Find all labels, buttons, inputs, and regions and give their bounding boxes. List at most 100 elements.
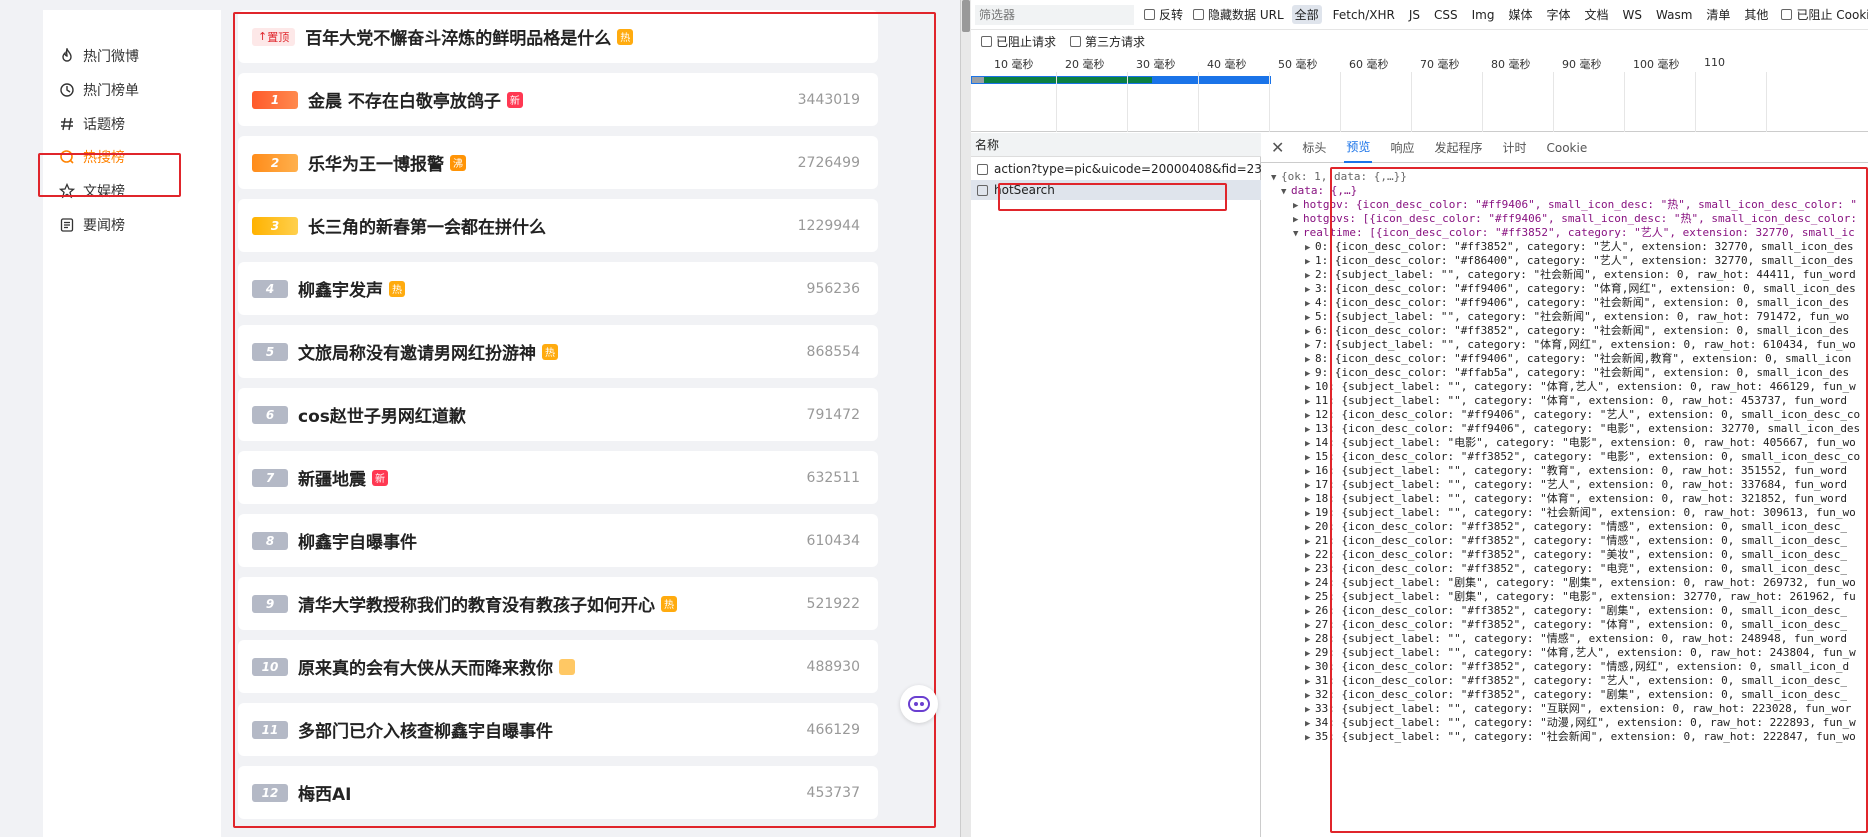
sidebar-item-label: 热门微博: [83, 49, 139, 65]
blocked-cookies-checkbox[interactable]: 已阻止 Cookie: [1781, 6, 1868, 23]
json-text: 33: {subject_label: "", category: "互联网",…: [1315, 702, 1852, 715]
hot-row[interactable]: 10 原来真的会有大侠从天而降来救你 488930: [238, 640, 878, 693]
hot-row[interactable]: 9 清华大学教授称我们的教育没有教孩子如何开心热 521922: [238, 577, 878, 630]
json-text: 14: {subject_label: "电影", category: "电影"…: [1315, 436, 1856, 449]
hot-title[interactable]: cos赵世子男网红道歉: [298, 402, 466, 427]
pinned-row[interactable]: ↑ 置顶 百年大党不懈奋斗淬炼的鲜明品格是什么 热: [238, 10, 878, 63]
hot-row[interactable]: 6 cos赵世子男网红道歉 791472: [238, 388, 878, 441]
type-filter-js[interactable]: JS: [1406, 7, 1423, 23]
caret-down-icon: ▼: [1271, 173, 1277, 183]
json-text: 8: {icon_desc_color: "#ff9406", category…: [1315, 352, 1852, 365]
json-text: 7: {subject_label: "", category: "体育,网红"…: [1315, 338, 1856, 351]
sidebar-item-label: 文娱榜: [83, 184, 125, 200]
close-icon[interactable]: ✕: [1271, 138, 1284, 157]
hot-tag: 新: [372, 469, 388, 486]
timeline-tick: 110: [1704, 56, 1725, 69]
hot-title[interactable]: 百年大党不懈奋斗淬炼的鲜明品格是什么: [305, 24, 611, 49]
hot-row[interactable]: 3 长三角的新春第一会都在拼什么 1229944: [238, 199, 878, 252]
hot-title[interactable]: 金晨 不存在白敬亭放鸽子: [308, 87, 501, 112]
name-column-header[interactable]: 名称: [971, 133, 1261, 157]
filter-input[interactable]: [975, 4, 1134, 25]
hide-data-url-checkbox[interactable]: 隐藏数据 URL: [1193, 6, 1284, 23]
tab-cookies[interactable]: Cookie: [1544, 135, 1589, 161]
json-text: 30: {icon_desc_color: "#ff3852", categor…: [1315, 660, 1850, 673]
type-filter-fetch[interactable]: Fetch/XHR: [1330, 7, 1398, 23]
timeline-gridline: [1269, 72, 1270, 132]
timeline-tick: 60 毫秒: [1349, 58, 1389, 71]
request-name: action?type=pic&uicode=20000408&fid=2321…: [994, 162, 1261, 176]
hot-count: 453737: [806, 784, 860, 801]
type-filter-wasm[interactable]: Wasm: [1653, 7, 1695, 23]
hot-count: 610434: [806, 532, 860, 549]
request-row-hotsearch[interactable]: hotSearch: [971, 180, 1261, 200]
json-preview: ▼ {ok: 1, data: {,…}} ▼ data: {,…} ▶ hotgov…: [1261, 165, 1868, 837]
checkbox-label: 反转: [1159, 8, 1184, 22]
rank-badge: 11: [252, 720, 288, 739]
hot-row[interactable]: 7 新疆地震新 632511: [238, 451, 878, 504]
sidebar-item-label: 要闻榜: [83, 218, 125, 234]
rank-badge: 6: [252, 405, 288, 424]
hot-row[interactable]: 4 柳鑫宇发声热 956236: [238, 262, 878, 315]
json-text: 15: {icon_desc_color: "#ff3852", categor…: [1315, 450, 1861, 463]
timeline-gridline: [1482, 72, 1483, 132]
hot-title[interactable]: 清华大学教授称我们的教育没有教孩子如何开心: [298, 591, 655, 616]
type-filter-img[interactable]: Img: [1469, 7, 1498, 23]
type-filter-all[interactable]: 全部: [1291, 5, 1322, 24]
hot-row[interactable]: 12 梅西AI 453737: [238, 766, 878, 819]
type-filter-ws[interactable]: WS: [1620, 7, 1645, 23]
json-text: realtime: [{icon_desc_color: "#ff3852", …: [1303, 226, 1855, 239]
request-row[interactable]: action?type=pic&uicode=20000408&fid=2321…: [971, 159, 1261, 179]
rank-badge: 7: [252, 468, 288, 487]
hot-title[interactable]: 乐华为王一博报警: [308, 150, 444, 175]
hot-title[interactable]: 长三角的新春第一会都在拼什么: [308, 213, 546, 238]
tab-preview[interactable]: 预览: [1344, 132, 1373, 163]
json-text: 6: {icon_desc_color: "#ff3852", category…: [1315, 324, 1850, 337]
hot-title[interactable]: 梅西AI: [298, 780, 351, 805]
assistant-float-button[interactable]: [900, 685, 938, 723]
json-text: hotgov: {icon_desc_color: "#ff9406", sma…: [1303, 198, 1858, 211]
network-timeline[interactable]: 10 毫秒 20 毫秒 30 毫秒 40 毫秒 50 毫秒 60 毫秒 70 毫秒 80 毫秒…: [971, 52, 1868, 132]
tab-timing[interactable]: 计时: [1500, 133, 1528, 162]
type-filter-doc[interactable]: 文档: [1582, 5, 1612, 24]
hot-row[interactable]: 5 文旅局称没有邀请男网红扮游神热 868554: [238, 325, 878, 378]
type-filter-css[interactable]: CSS: [1431, 7, 1461, 23]
hot-row[interactable]: 11 多部门已介入核查柳鑫宇自曝事件 466129: [238, 703, 878, 756]
type-filter-font[interactable]: 字体: [1543, 5, 1573, 24]
hot-title[interactable]: 多部门已介入核查柳鑫宇自曝事件: [298, 717, 553, 742]
sidebar-item-news[interactable]: 要闻榜: [57, 205, 207, 245]
clock-icon: [57, 80, 77, 100]
tab-initiator[interactable]: 发起程序: [1432, 133, 1484, 162]
type-filter-other[interactable]: 其他: [1741, 5, 1771, 24]
sidebar-item-label: 话题榜: [83, 117, 125, 133]
hot-title[interactable]: 文旅局称没有邀请男网红扮游神: [298, 339, 536, 364]
hot-count: 521922: [806, 595, 860, 612]
rank-badge: 2: [252, 153, 298, 172]
timeline-tick: 20 毫秒: [1065, 58, 1105, 71]
blocked-requests-checkbox[interactable]: 已阻止请求: [981, 33, 1056, 50]
network-filter-bar: 反转 隐藏数据 URL 全部 Fetch/XHR JS CSS Img 媒体 字…: [971, 0, 1868, 30]
type-filter-manifest[interactable]: 清单: [1703, 5, 1733, 24]
json-text: 16: {subject_label: "", category: "教育", …: [1315, 464, 1847, 477]
rank-badge: 12: [252, 783, 288, 802]
json-text: 35: {subject_label: "", category: "社会新闻"…: [1315, 730, 1856, 743]
request-detail: ✕ 标头 预览 响应 发起程序 计时 Cookie ▼ {ok: 1, data:…: [1261, 133, 1868, 837]
robot-icon: [908, 696, 930, 712]
hashtag-icon: [57, 114, 77, 134]
hot-title[interactable]: 新疆地震: [298, 465, 366, 490]
timeline-tick: 80 毫秒: [1491, 58, 1531, 71]
invert-checkbox[interactable]: 反转: [1144, 6, 1183, 23]
third-party-checkbox[interactable]: 第三方请求: [1070, 33, 1145, 50]
json-text: 5: {subject_label: "", category: "社会新闻",…: [1315, 310, 1850, 323]
hot-title[interactable]: 柳鑫宇发声: [298, 276, 383, 301]
type-filter-media[interactable]: 媒体: [1505, 5, 1535, 24]
tab-response[interactable]: 响应: [1388, 133, 1416, 162]
hot-row[interactable]: 2 乐华为王一博报警沸 2726499: [238, 136, 878, 189]
hot-title[interactable]: 柳鑫宇自曝事件: [298, 528, 417, 553]
tab-headers[interactable]: 标头: [1300, 133, 1328, 162]
hot-title[interactable]: 原来真的会有大侠从天而降来救你: [298, 654, 553, 679]
json-realtime-item[interactable]: ▶ 35: {subject_label: "", category: "社会新闻…: [1305, 729, 1856, 745]
hot-row[interactable]: 1 金晨 不存在白敬亭放鸽子新 3443019: [238, 73, 878, 126]
json-text: 24: {subject_label: "剧集", category: "剧集"…: [1315, 576, 1856, 589]
json-text: 20: {icon_desc_color: "#ff3852", categor…: [1315, 520, 1847, 533]
hot-row[interactable]: 8 柳鑫宇自曝事件 610434: [238, 514, 878, 567]
